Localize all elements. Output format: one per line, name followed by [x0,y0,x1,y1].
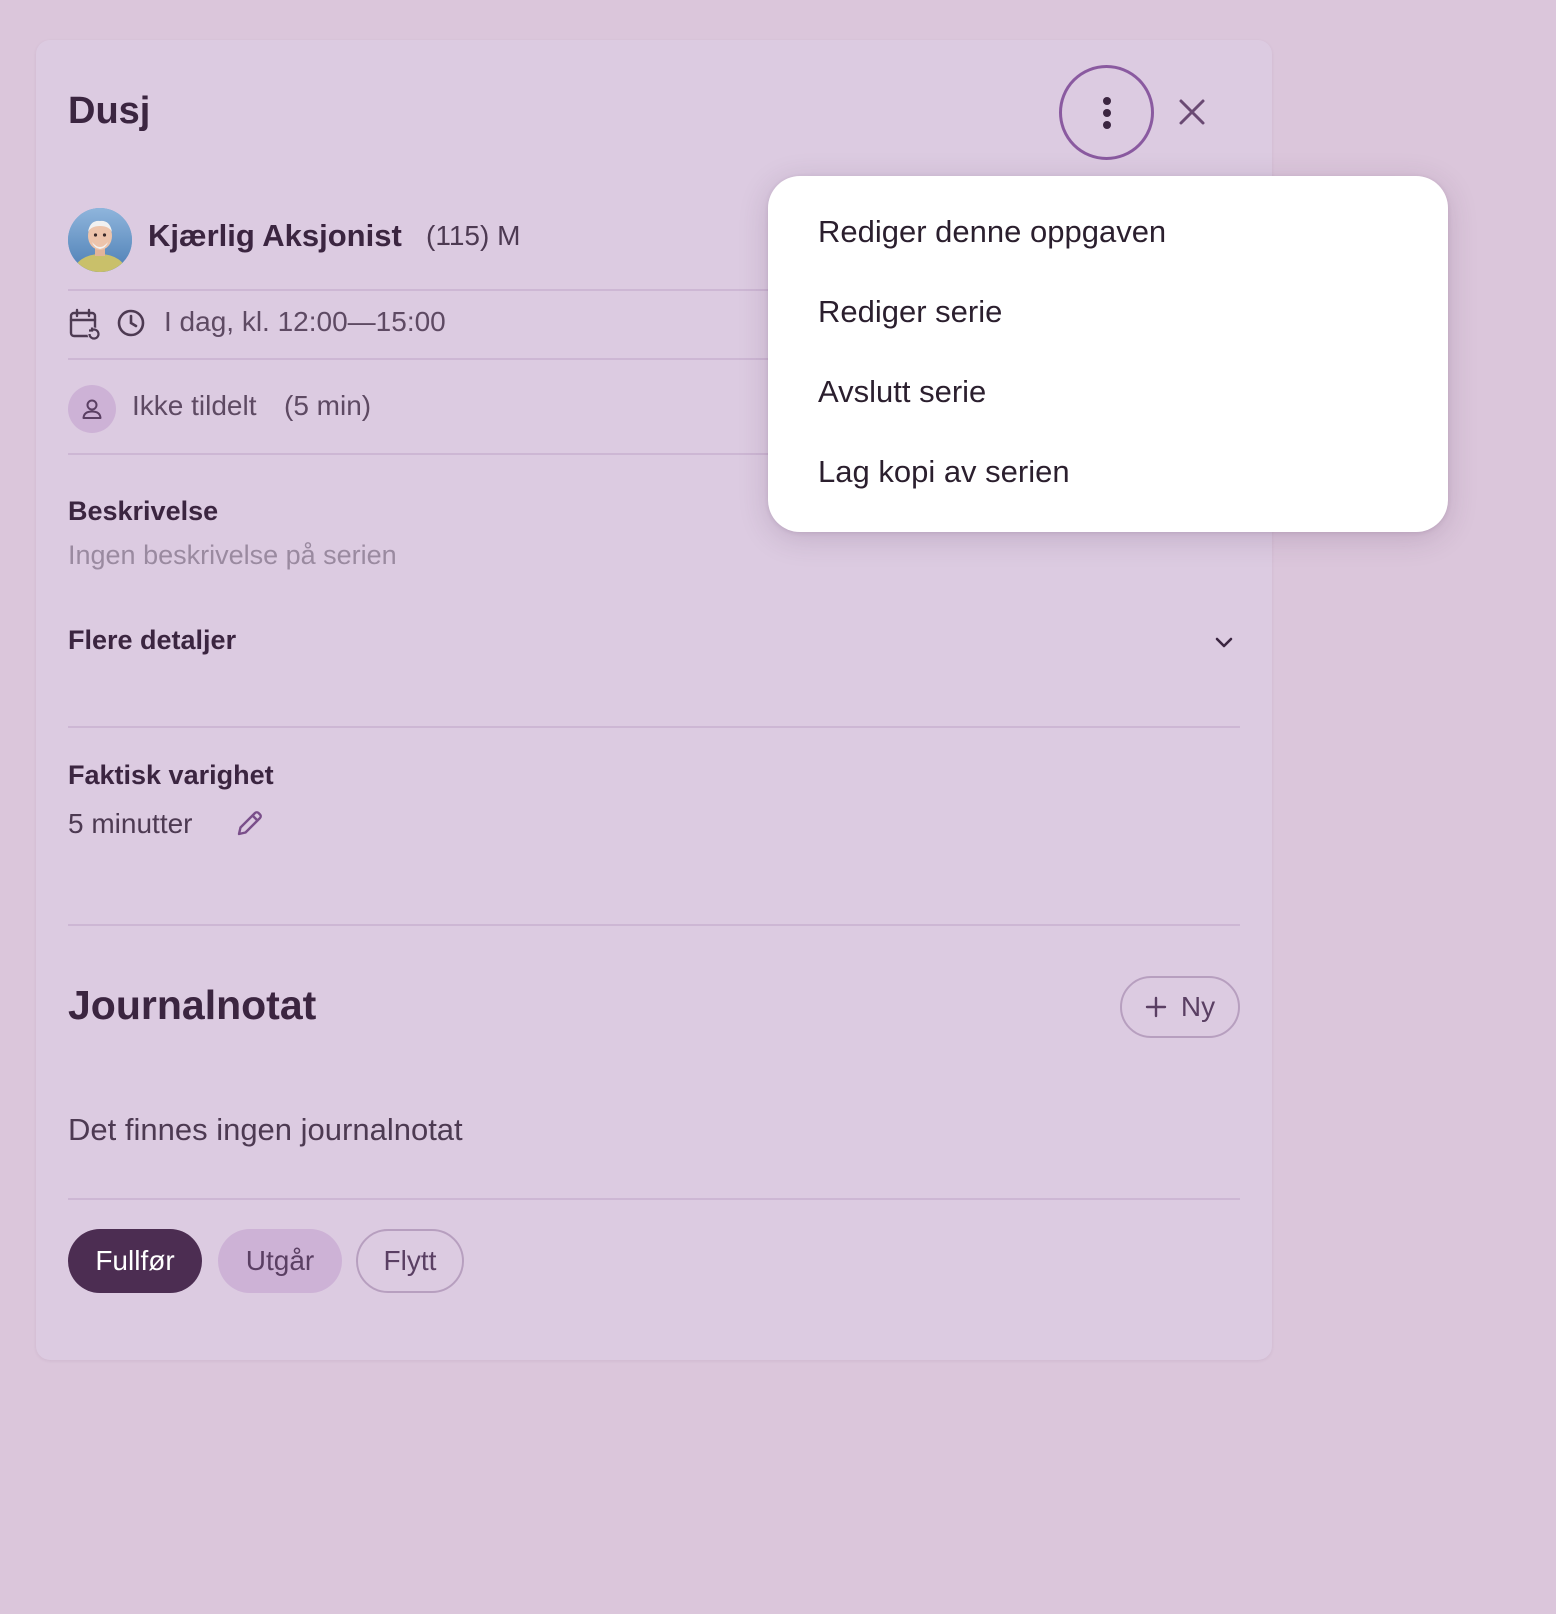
person-icon [82,399,102,419]
assignment-duration: (5 min) [284,390,372,421]
avatar-image [68,208,132,272]
clock-icon [116,308,146,343]
actual-duration-label: Faktisk varighet [68,760,274,790]
menu-item-edit-task[interactable]: Rediger denne oppgaven [818,214,1166,250]
new-journal-label: Ny [1180,991,1216,1022]
menu-item-edit-series[interactable]: Rediger serie [818,294,1002,330]
patient-avatar [68,208,132,272]
actual-duration-value: 5 minutter [68,808,193,839]
cancel-task-button[interactable]: Utgår [218,1229,342,1293]
more-options-button[interactable] [1059,65,1154,160]
more-details-label[interactable]: Flere detaljer [68,625,236,656]
move-button[interactable]: Flytt [356,1229,464,1293]
divider [68,1198,1240,1200]
new-journal-button[interactable]: Ny [1120,976,1240,1038]
edit-pencil-icon[interactable] [234,807,266,844]
patient-meta: (115) M [426,220,521,251]
divider [68,726,1240,728]
divider [68,924,1240,926]
plus-icon [1145,996,1167,1018]
task-time: I dag, kl. 12:00—15:00 [164,306,446,337]
description-label: Beskrivelse [68,496,219,526]
close-icon [1179,99,1205,125]
close-button[interactable] [1172,92,1212,132]
description-value: Ingen beskrivelse på serien [68,540,397,570]
menu-item-end-series[interactable]: Avslutt serie [818,374,986,410]
complete-button[interactable]: Fullfør [68,1229,202,1293]
chevron-down-icon[interactable] [1212,630,1236,659]
menu-item-copy-series[interactable]: Lag kopi av serien [818,454,1070,490]
more-vertical-icon [1102,96,1111,129]
journal-empty-text: Det finnes ingen journalnotat [68,1112,463,1147]
journal-title: Journalnotat [68,982,317,1028]
recurring-calendar-icon [68,308,102,347]
options-menu: Rediger denne oppgaven Rediger serie Avs… [768,176,1448,532]
task-title: Dusj [68,90,151,132]
assignee-label[interactable]: Ikke tildelt [132,390,257,422]
assignee-avatar[interactable] [68,385,116,433]
patient-name[interactable]: Kjærlig Aksjonist [148,218,402,254]
